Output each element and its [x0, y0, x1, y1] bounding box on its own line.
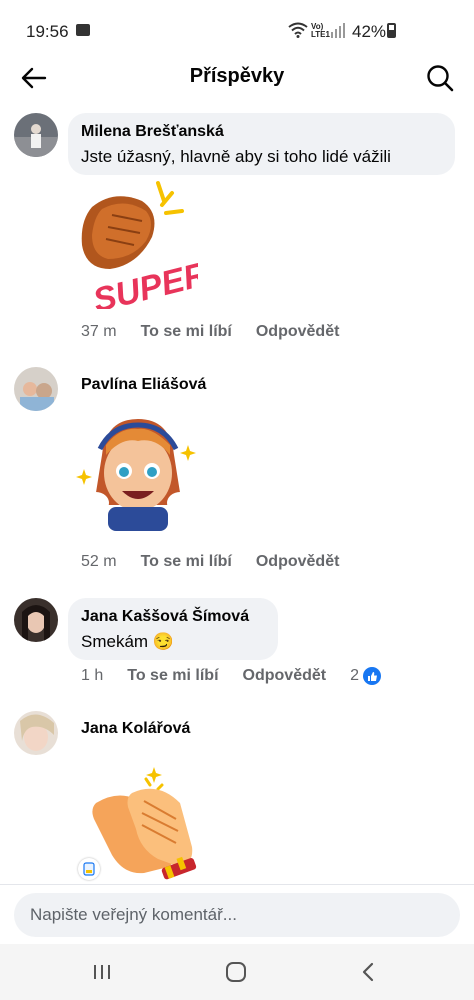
sticker-badge-icon — [78, 858, 100, 880]
comment-time: 37 m — [81, 323, 117, 340]
comment-author[interactable]: Milena Brešťanská — [81, 121, 442, 143]
like-link[interactable]: To se mi líbí — [141, 323, 232, 341]
back-nav-button[interactable] — [338, 956, 398, 988]
comment-time: 1 h — [81, 667, 104, 684]
avatar[interactable] — [14, 598, 58, 642]
comment-actions: 1 h To se mi líbí Odpovědět 2 — [81, 667, 381, 685]
search-button[interactable] — [420, 60, 460, 96]
battery-percentage: 42% — [352, 22, 387, 41]
wifi-icon — [288, 22, 308, 38]
recent-apps-icon — [94, 965, 110, 979]
gallery-icon — [76, 24, 90, 36]
comment-author[interactable]: Jana Kaššová Šímová — [81, 606, 265, 628]
clapping-hands-sticker[interactable] — [88, 763, 208, 885]
thumbs-up-icon — [363, 667, 381, 685]
reply-link[interactable]: Odpovědět — [256, 553, 340, 571]
search-icon — [427, 65, 454, 92]
comment-actions: 52 m To se mi líbí Odpovědět — [81, 553, 339, 571]
status-bar: 19:56 Vo) LTE1 42% — [0, 0, 474, 60]
page-title: Příspěvky — [189, 65, 285, 87]
comment-time: 52 m — [81, 553, 117, 570]
chevron-left-icon — [362, 962, 374, 982]
comment-author[interactable]: Pavlína Eliášová — [81, 376, 206, 394]
like-link[interactable]: To se mi líbí — [127, 667, 218, 685]
super-clapping-hands-sticker[interactable]: SUPER! — [72, 179, 198, 309]
reaction-count-value: 2 — [350, 667, 359, 684]
home-button[interactable] — [206, 956, 266, 988]
comment-bubble[interactable]: Jana Kaššová Šímová Smekám 😏 — [68, 598, 278, 660]
status-time: 19:56 — [26, 22, 69, 41]
comment-author[interactable]: Jana Kolářová — [81, 720, 190, 738]
avatar[interactable] — [14, 113, 58, 157]
battery-icon — [387, 23, 396, 38]
avatar[interactable] — [14, 711, 58, 755]
home-icon — [226, 962, 246, 982]
reaction-count[interactable]: 2 — [350, 667, 381, 685]
comment-text: Smekám 😏 — [81, 632, 174, 651]
comment-bubble[interactable]: Milena Brešťanská Jste úžasný, hlavně ab… — [68, 113, 455, 175]
system-nav-bar — [0, 944, 474, 1000]
network-label: Vo) LTE1 — [311, 22, 330, 39]
top-bar: Příspěvky — [0, 60, 474, 100]
girl-thumbs-up-sticker[interactable] — [72, 415, 202, 535]
like-link[interactable]: To se mi líbí — [141, 553, 232, 571]
reply-link[interactable]: Odpovědět — [256, 323, 340, 341]
avatar[interactable] — [14, 367, 58, 411]
signal-icon — [331, 23, 345, 38]
comment-input[interactable] — [14, 893, 460, 937]
comment-composer — [0, 884, 474, 945]
comment-actions: 37 m To se mi líbí Odpovědět — [81, 323, 339, 341]
comment-text: Jste úžasný, hlavně aby si toho lidé váž… — [81, 147, 391, 166]
reply-link[interactable]: Odpovědět — [243, 667, 327, 685]
recent-apps-button[interactable] — [72, 956, 132, 988]
